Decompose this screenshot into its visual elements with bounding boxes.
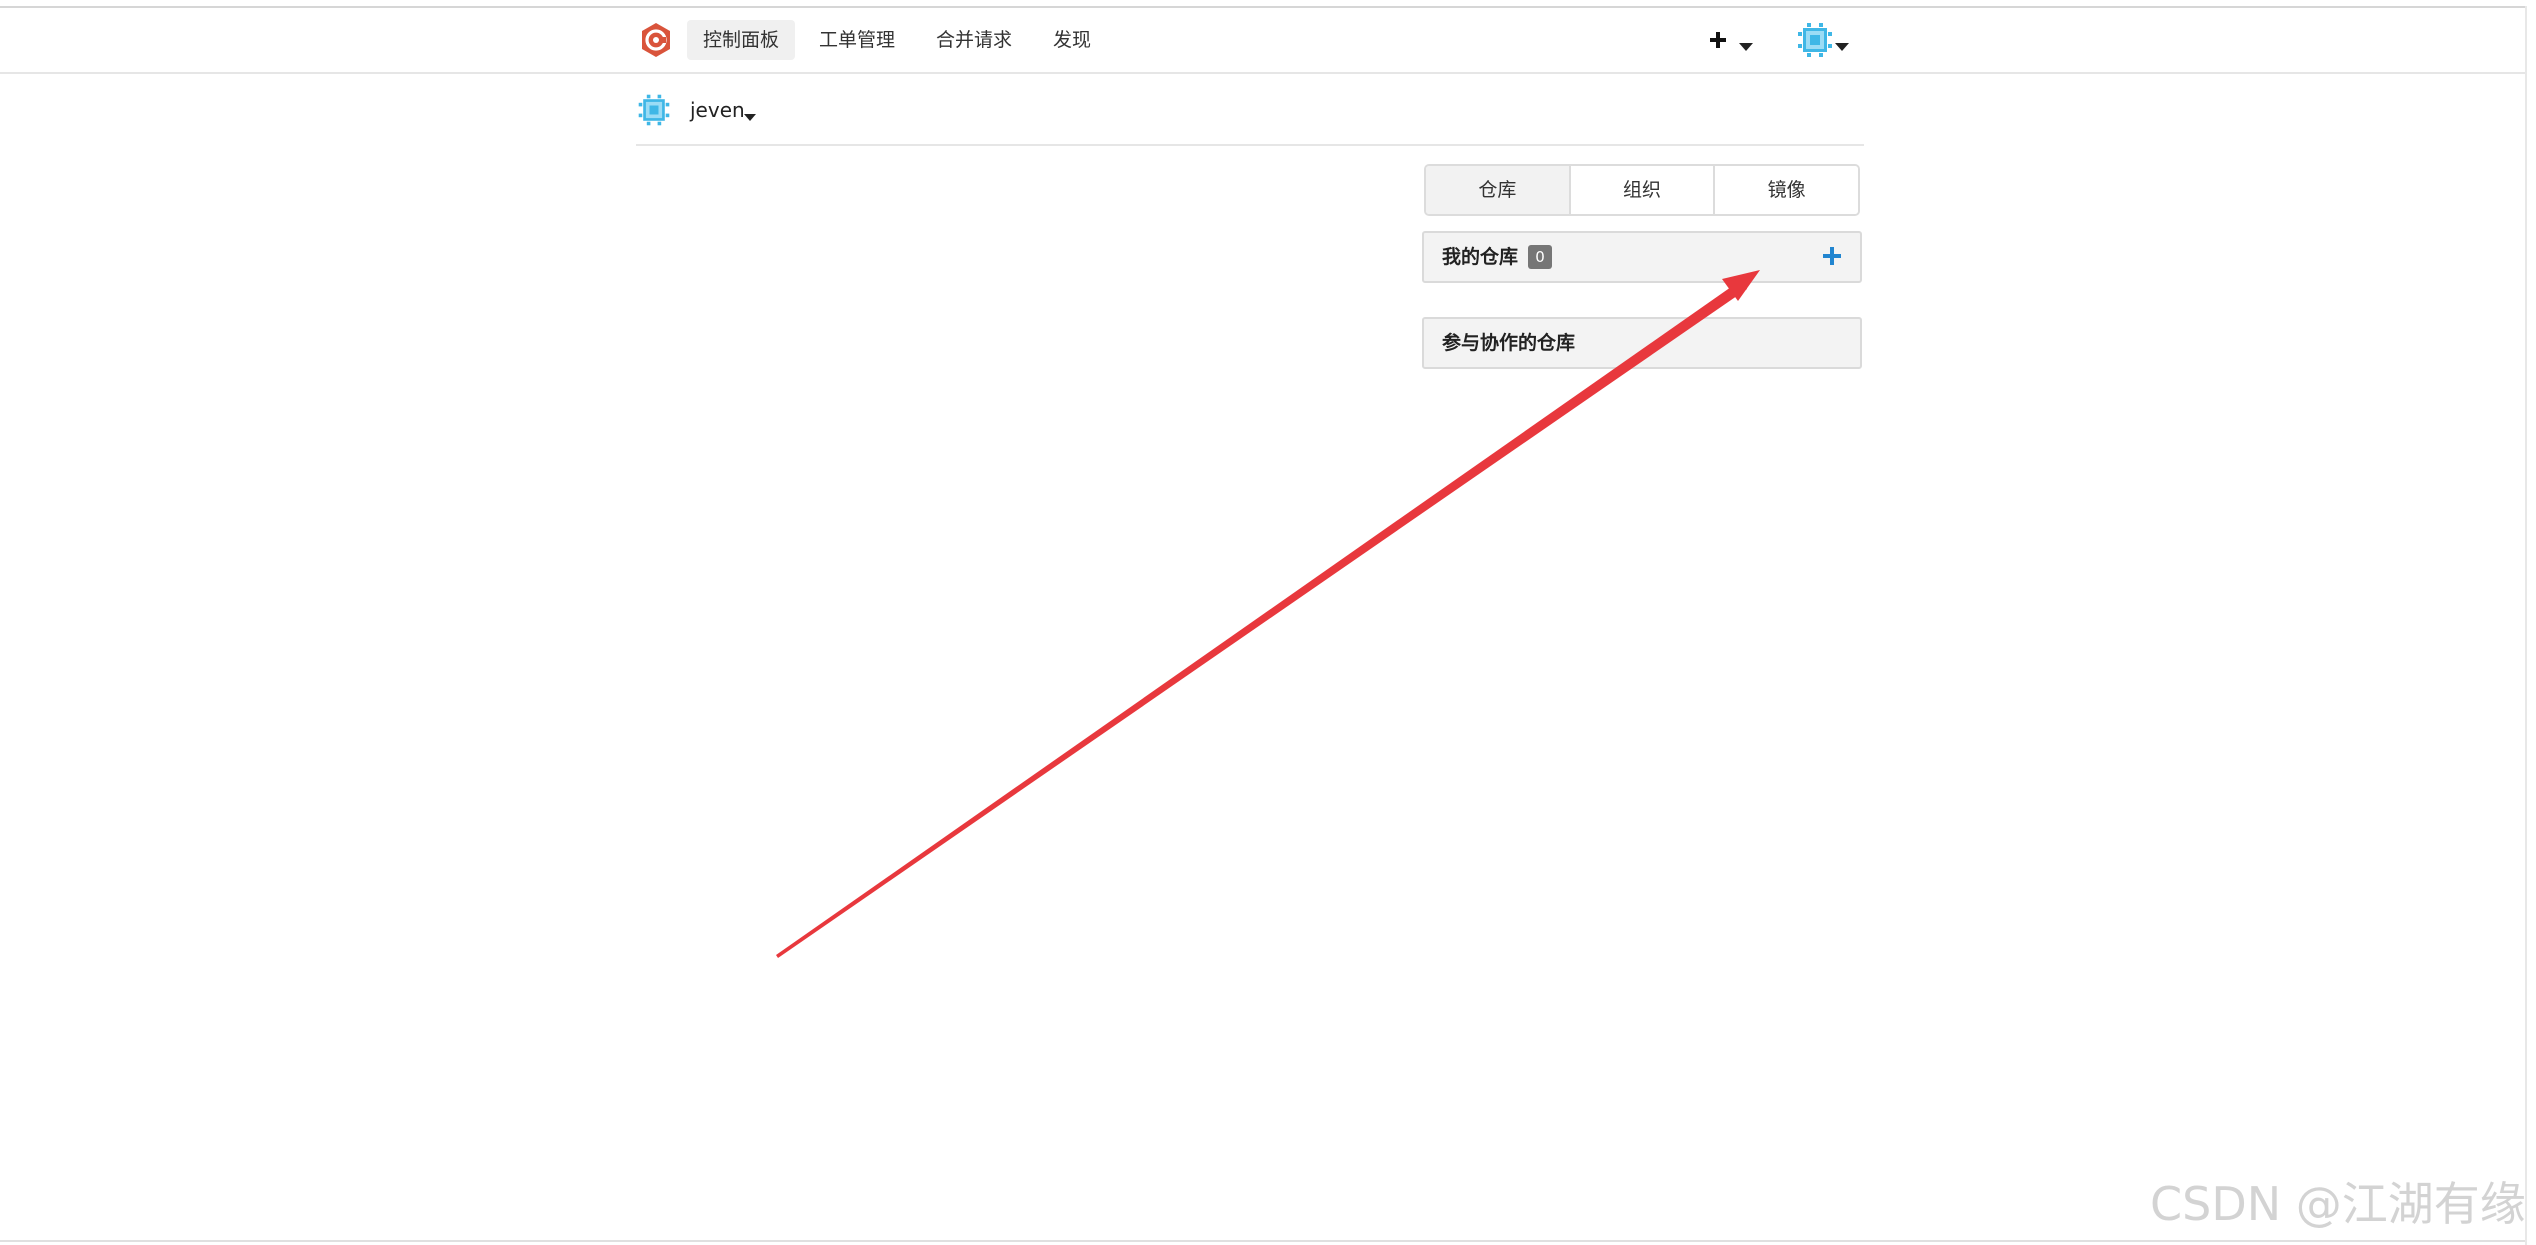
avatar-icon [1798, 23, 1832, 57]
tab-mirrors[interactable]: 镜像 [1715, 166, 1858, 214]
nav-dashboard[interactable]: 控制面板 [687, 20, 796, 60]
nav-pull-requests[interactable]: 合并请求 [920, 20, 1028, 60]
my-repositories-panel: 我的仓库 0 [1422, 231, 1862, 283]
panel-title: 参与协作的仓库 [1442, 332, 1576, 354]
page: 控制面板 工单管理 合并请求 发现 jeven 仓库 组织 镜像 我的仓库 0 … [0, 0, 2536, 1245]
user-menu[interactable] [1795, 20, 1855, 60]
tab-organizations[interactable]: 组织 [1570, 166, 1716, 214]
panel-title: 我的仓库 [1442, 246, 1519, 268]
chevron-down-icon [1835, 36, 1849, 55]
scrollbar[interactable] [2525, 6, 2536, 1245]
nav-explore[interactable]: 发现 [1037, 20, 1107, 60]
gitea-logo-icon[interactable] [638, 22, 674, 58]
avatar-icon [638, 94, 670, 126]
chevron-down-icon [1739, 36, 1753, 55]
top-navbar: 控制面板 工单管理 合并请求 发现 [0, 8, 2526, 74]
collaborative-repositories-panel: 参与协作的仓库 [1422, 317, 1862, 369]
chevron-down-icon[interactable] [744, 106, 756, 125]
window-bottom-border [0, 1240, 2526, 1242]
plus-icon[interactable] [1820, 244, 1844, 268]
plus-icon [1710, 32, 1726, 48]
context-switcher: jeven [636, 88, 1864, 146]
tab-repositories[interactable]: 仓库 [1426, 166, 1571, 214]
repo-count-badge: 0 [1528, 245, 1552, 269]
create-new-menu[interactable] [1703, 24, 1759, 56]
annotation-arrow [776, 270, 1760, 958]
context-username[interactable]: jeven [690, 94, 745, 126]
watermark: CSDN @江湖有缘 [2150, 1177, 2526, 1231]
dashboard-tabs: 仓库 组织 镜像 [1424, 164, 1860, 216]
nav-issues[interactable]: 工单管理 [803, 20, 911, 60]
